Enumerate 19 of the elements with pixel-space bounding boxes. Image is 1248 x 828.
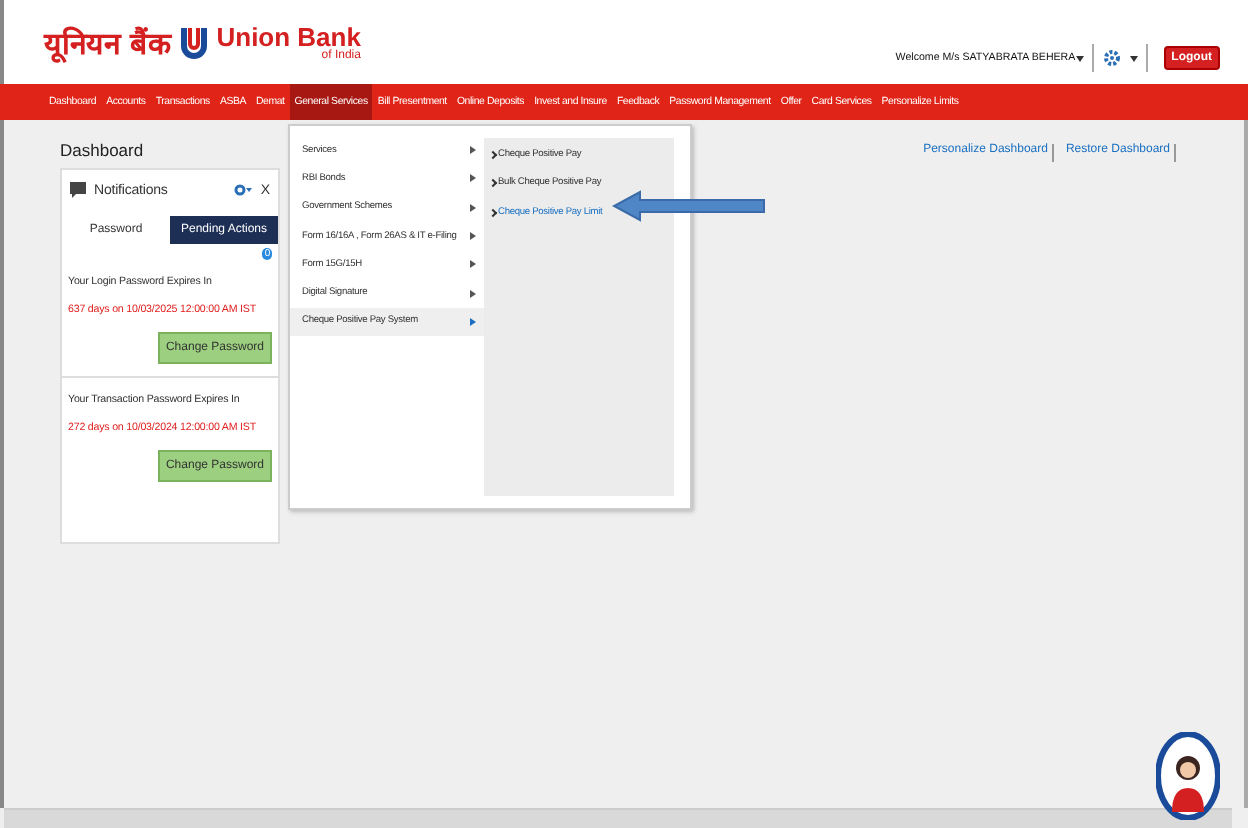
submenu-arrow-icon bbox=[470, 174, 476, 183]
submenu-arrow-icon bbox=[470, 289, 476, 298]
logo-hindi-text: यूनियन बैंक bbox=[44, 24, 173, 62]
logo-icon bbox=[178, 22, 211, 62]
caret-icon[interactable] bbox=[1129, 55, 1138, 61]
submenu-arrow-icon bbox=[470, 232, 476, 241]
chat-icon bbox=[70, 182, 86, 198]
settings-icon[interactable] bbox=[234, 184, 253, 196]
settings-icon[interactable] bbox=[1101, 48, 1122, 68]
submenu-arrow-icon bbox=[470, 146, 476, 155]
chevron-icon bbox=[488, 208, 498, 217]
chevron-icon bbox=[488, 179, 498, 188]
submenu-arrow-icon bbox=[470, 317, 476, 326]
chevron-icon bbox=[488, 150, 498, 159]
submenu-arrow-icon bbox=[470, 203, 476, 212]
page-title: Dashboard bbox=[60, 140, 146, 160]
submenu-arrow-icon bbox=[470, 260, 476, 269]
logo-text: Union Bank bbox=[216, 23, 361, 49]
caret-icon[interactable] bbox=[1075, 55, 1084, 61]
